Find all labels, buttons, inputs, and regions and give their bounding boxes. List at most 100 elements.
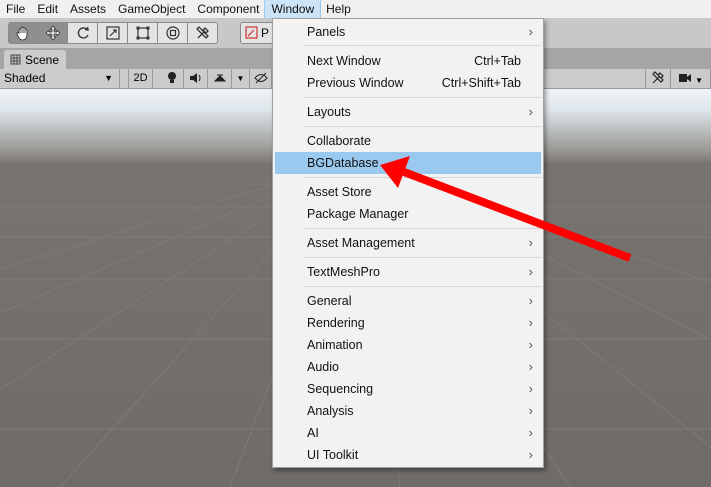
transform-tools <box>8 22 218 44</box>
shading-mode-value: Shaded <box>4 71 46 85</box>
menu-item-ai[interactable]: AI › <box>275 422 541 444</box>
tools-toggle-button[interactable] <box>645 69 671 88</box>
menu-item-shortcut: Ctrl+Tab <box>474 54 521 68</box>
menu-separator <box>303 257 541 258</box>
menu-separator <box>303 45 541 46</box>
shading-mode-dropdown[interactable]: Shaded ▼ <box>0 69 120 88</box>
effects-toggle-button[interactable] <box>208 69 232 88</box>
menu-item-analysis[interactable]: Analysis › <box>275 400 541 422</box>
menu-item-bgdatabase[interactable]: BGDatabase <box>275 152 541 174</box>
chevron-right-icon: › <box>528 425 533 440</box>
menu-item-layouts[interactable]: Layouts › <box>275 101 541 123</box>
menu-item-sequencing[interactable]: Sequencing › <box>275 378 541 400</box>
camera-icon <box>679 74 691 82</box>
chevron-down-icon: ▼ <box>236 74 245 83</box>
menu-gameobject[interactable]: GameObject <box>112 0 191 18</box>
menu-item-label: Panels <box>307 25 346 39</box>
chevron-right-icon: › <box>528 235 533 250</box>
hand-icon <box>16 26 28 41</box>
menu-item-asset-store[interactable]: Asset Store <box>275 181 541 203</box>
transform-tool-button[interactable] <box>158 22 188 44</box>
camera-settings-button[interactable]: ▼ <box>671 69 711 88</box>
menu-item-label: BGDatabase <box>307 156 379 170</box>
chevron-right-icon: › <box>528 24 533 39</box>
menu-item-package-manager[interactable]: Package Manager <box>275 203 541 225</box>
tab-scene[interactable]: Scene <box>4 50 66 69</box>
menu-item-general[interactable]: General › <box>275 290 541 312</box>
chevron-right-icon: › <box>528 447 533 462</box>
menu-separator <box>303 97 541 98</box>
menu-file[interactable]: File <box>0 0 31 18</box>
menu-item-label: TextMeshPro <box>307 265 380 279</box>
menu-separator <box>303 286 541 287</box>
chevron-right-icon: › <box>528 381 533 396</box>
menu-item-label: Asset Store <box>307 185 372 199</box>
move-icon <box>44 25 61 41</box>
tools-icon <box>652 71 664 84</box>
menu-item-label: Rendering <box>307 316 365 330</box>
pivot-icon <box>245 26 258 39</box>
effects-dropdown-button[interactable]: ▼ <box>232 69 250 88</box>
transform-icon <box>165 26 180 40</box>
chevron-right-icon: › <box>528 337 533 352</box>
speaker-icon <box>189 73 200 83</box>
menu-assets[interactable]: Assets <box>64 0 112 18</box>
chevron-right-icon: › <box>528 403 533 418</box>
menu-item-label: Sequencing <box>307 382 374 396</box>
menu-item-animation[interactable]: Animation › <box>275 334 541 356</box>
menu-item-label: Next Window <box>307 54 381 68</box>
chevron-down-icon: ▼ <box>104 73 113 83</box>
menu-item-label: Previous Window <box>307 76 404 90</box>
pivot-label: P <box>261 26 270 40</box>
menu-item-next-window[interactable]: Next Window Ctrl+Tab <box>275 50 541 72</box>
lightbulb-icon <box>167 72 176 83</box>
grid-icon <box>10 54 21 65</box>
menu-separator <box>303 228 541 229</box>
menu-item-label: AI <box>307 426 319 440</box>
menu-item-previous-window[interactable]: Previous Window Ctrl+Shift+Tab <box>275 72 541 94</box>
menu-item-rendering[interactable]: Rendering › <box>275 312 541 334</box>
chevron-right-icon: › <box>528 359 533 374</box>
menu-item-label: Layouts <box>307 105 351 119</box>
chevron-right-icon: › <box>528 293 533 308</box>
menu-window[interactable]: Window <box>264 0 322 19</box>
chevron-down-icon: ▼ <box>695 76 703 85</box>
toggle-2d-button[interactable]: 2D <box>128 69 153 88</box>
rotate-icon <box>77 26 89 39</box>
menu-separator <box>303 126 541 127</box>
menu-item-audio[interactable]: Audio › <box>275 356 541 378</box>
menu-separator <box>303 177 541 178</box>
menu-item-shortcut: Ctrl+Shift+Tab <box>441 76 521 90</box>
menu-item-label: Asset Management <box>307 236 415 250</box>
menu-item-label: Animation <box>307 338 363 352</box>
tab-scene-label: Scene <box>25 52 60 67</box>
chevron-right-icon: › <box>528 104 533 119</box>
menu-item-label: Collaborate <box>307 134 371 148</box>
move-tool-button[interactable] <box>38 22 68 44</box>
window-menu: Panels › Next Window Ctrl+Tab Previous Win… <box>272 18 544 468</box>
audio-toggle-button[interactable] <box>184 69 208 88</box>
menu-item-label: Audio <box>307 360 339 374</box>
eye-slash-icon <box>253 72 268 84</box>
scale-icon <box>105 26 120 40</box>
menu-item-asset-management[interactable]: Asset Management › <box>275 232 541 254</box>
menu-component[interactable]: Component <box>191 0 265 18</box>
menu-item-ui-toolkit[interactable]: UI Toolkit › <box>275 444 541 466</box>
effects-icon <box>213 74 226 82</box>
rect-tool-button[interactable] <box>128 22 158 44</box>
hand-tool-button[interactable] <box>8 22 38 44</box>
menu-item-panels[interactable]: Panels › <box>275 21 541 43</box>
custom-tool-icon <box>195 26 209 39</box>
visibility-toggle-button[interactable] <box>250 69 272 88</box>
chevron-right-icon: › <box>528 264 533 279</box>
menu-edit[interactable]: Edit <box>31 0 64 18</box>
menu-item-collaborate[interactable]: Collaborate <box>275 130 541 152</box>
menu-help[interactable]: Help <box>320 0 357 18</box>
menu-item-label: General <box>307 294 352 308</box>
scale-tool-button[interactable] <box>98 22 128 44</box>
lighting-toggle-button[interactable] <box>160 69 184 88</box>
menu-item-label: UI Toolkit <box>307 448 359 462</box>
custom-tool-button[interactable] <box>188 22 218 44</box>
menu-item-textmeshpro[interactable]: TextMeshPro › <box>275 261 541 283</box>
rotate-tool-button[interactable] <box>68 22 98 44</box>
